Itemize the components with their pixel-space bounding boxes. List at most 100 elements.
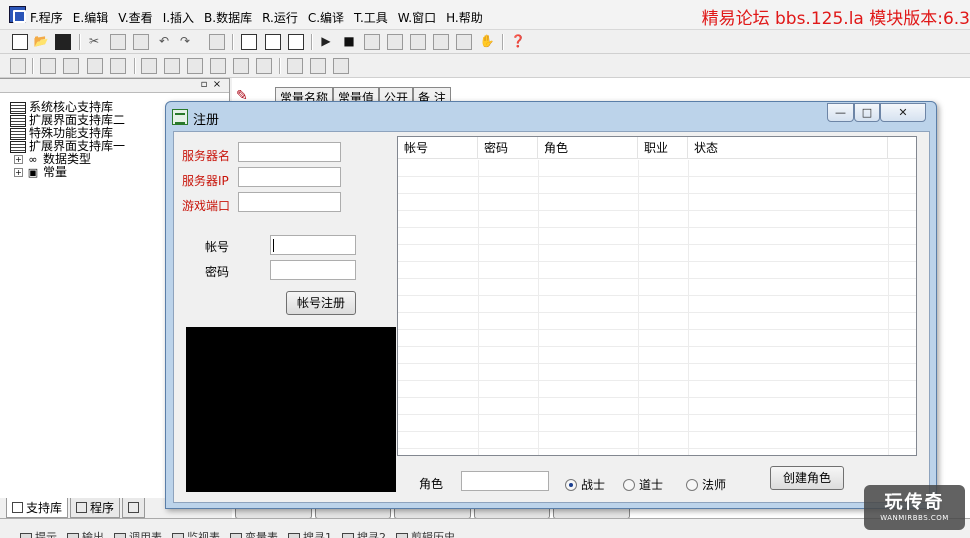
server-name-label: 服务器名 [182, 149, 231, 163]
call-table-icon [114, 532, 126, 538]
close-button[interactable]: ✕ [880, 103, 926, 122]
same-width-icon[interactable] [187, 58, 203, 74]
tool-call-table[interactable]: 调用表 [114, 529, 162, 538]
column-status[interactable]: 状态 [688, 137, 888, 158]
space-vertical-icon[interactable] [310, 58, 326, 74]
password-input[interactable] [270, 260, 356, 280]
align-top-icon[interactable] [87, 58, 103, 74]
space-even-icon[interactable] [256, 58, 272, 74]
dialog-titlebar[interactable]: 注册 — □ ✕ [166, 102, 936, 130]
toolbar-separator [79, 34, 81, 50]
menu-compile[interactable]: C.编译 [308, 9, 344, 26]
account-list[interactable]: 帐号 密码 角色 职业 状态 [397, 136, 917, 456]
book-icon [10, 140, 26, 153]
menu-list: F.程序 E.编辑 V.查看 I.插入 B.数据库 R.运行 C.编译 T.工具… [30, 9, 483, 26]
register-account-button[interactable]: 帐号注册 [286, 291, 356, 315]
column-role[interactable]: 角色 [538, 137, 638, 158]
run-to-cursor-icon[interactable] [456, 34, 472, 50]
library-tab-icon [12, 502, 23, 513]
step-over-icon[interactable] [410, 34, 426, 50]
run-icon[interactable]: ▶ [318, 34, 334, 50]
menu-insert[interactable]: I.插入 [163, 9, 194, 26]
debug-step-icon[interactable] [364, 34, 380, 50]
panel-close-icon[interactable]: × [212, 80, 222, 90]
grid-line [688, 160, 689, 455]
center-vertical-icon[interactable] [164, 58, 180, 74]
new-file-icon[interactable] [12, 34, 28, 50]
tree-item-constants[interactable]: + ▣ 常量 [10, 166, 125, 179]
align-left-icon[interactable] [40, 58, 56, 74]
tool-hint[interactable]: 提示 [20, 529, 57, 538]
book-icon [10, 101, 26, 114]
undo-icon[interactable]: ↶ [156, 34, 172, 50]
server-name-input[interactable] [238, 142, 341, 162]
panel-pin-icon[interactable]: ▫ [199, 80, 209, 90]
tree-item-data-types[interactable]: + ∞ 数据类型 [10, 153, 125, 166]
column-password[interactable]: 密码 [478, 137, 538, 158]
step-out-icon[interactable] [433, 34, 449, 50]
stop-icon[interactable]: ■ [341, 34, 357, 50]
center-horizontal-icon[interactable] [141, 58, 157, 74]
tool-search-two[interactable]: 搜寻2 [342, 529, 386, 538]
form-icon[interactable] [10, 58, 26, 74]
forum-banner: 精易论坛 bbs.125.la 模块版本:6.3 [701, 9, 970, 29]
help-pointer-icon[interactable]: ❓ [510, 34, 526, 50]
paste-icon[interactable] [133, 34, 149, 50]
watermark-title: 玩传奇 [884, 492, 945, 513]
cut-icon[interactable]: ✂ [86, 34, 102, 50]
tool-output[interactable]: 输出 [67, 529, 104, 538]
redo-icon[interactable]: ↷ [177, 34, 193, 50]
expand-icon[interactable]: + [14, 155, 23, 164]
tab-support-library[interactable]: 支持库 [6, 498, 69, 518]
align-toolbar [0, 54, 970, 78]
menu-view[interactable]: V.查看 [118, 9, 152, 26]
menu-help[interactable]: H.帮助 [446, 9, 483, 26]
tab-program[interactable]: 程序 [70, 498, 121, 518]
create-role-button[interactable]: 创建角色 [770, 466, 844, 490]
account-input[interactable] [270, 235, 356, 255]
search-icon [288, 532, 300, 538]
menu-edit[interactable]: E.编辑 [73, 9, 108, 26]
radio-mage[interactable]: 法师 [686, 476, 726, 493]
same-height-icon[interactable] [210, 58, 226, 74]
tool-watch-table[interactable]: 监视表 [172, 529, 220, 538]
tool-search-one[interactable]: 搜寻1 [288, 529, 332, 538]
radio-warrior[interactable]: 战士 [565, 476, 605, 493]
column-account[interactable]: 帐号 [398, 137, 478, 158]
menu-run[interactable]: R.运行 [262, 9, 298, 26]
menu-program[interactable]: F.程序 [30, 9, 63, 26]
dialog-title: 注册 [193, 113, 220, 128]
menu-window[interactable]: W.窗口 [398, 9, 436, 26]
save-icon[interactable] [55, 34, 71, 50]
layout-two-icon[interactable] [265, 34, 281, 50]
tool-clip-history[interactable]: 剪辑历史 [396, 529, 455, 538]
tab-properties[interactable] [122, 498, 146, 518]
preview-panel [186, 327, 396, 492]
expand-icon[interactable]: + [14, 168, 23, 177]
space-horizontal-icon[interactable] [287, 58, 303, 74]
step-into-icon[interactable] [387, 34, 403, 50]
menu-database[interactable]: B.数据库 [204, 9, 252, 26]
layout-three-icon[interactable] [288, 34, 304, 50]
maximize-button[interactable]: □ [854, 103, 880, 122]
datatype-icon: ∞ [28, 153, 38, 166]
radio-taoist[interactable]: 道士 [623, 476, 663, 493]
same-size-icon[interactable] [233, 58, 249, 74]
minimize-button[interactable]: — [827, 103, 854, 122]
site-watermark: 玩传奇 WANMIRBBS.COM [864, 485, 965, 530]
hand-icon[interactable]: ✋ [479, 34, 495, 50]
copy-icon[interactable] [110, 34, 126, 50]
tool-variable-table[interactable]: 变量表 [230, 529, 278, 538]
open-folder-icon[interactable]: 📂 [33, 34, 49, 50]
game-port-input[interactable] [238, 192, 341, 212]
grid-icon[interactable] [333, 58, 349, 74]
server-ip-input[interactable] [238, 167, 341, 187]
layout-one-icon[interactable] [241, 34, 257, 50]
align-right-icon[interactable] [63, 58, 79, 74]
menu-tools[interactable]: T.工具 [354, 9, 388, 26]
column-profession[interactable]: 职业 [638, 137, 688, 158]
align-bottom-icon[interactable] [110, 58, 126, 74]
role-name-input[interactable] [461, 471, 549, 491]
watch-icon [172, 532, 184, 538]
find-icon[interactable] [209, 34, 225, 50]
